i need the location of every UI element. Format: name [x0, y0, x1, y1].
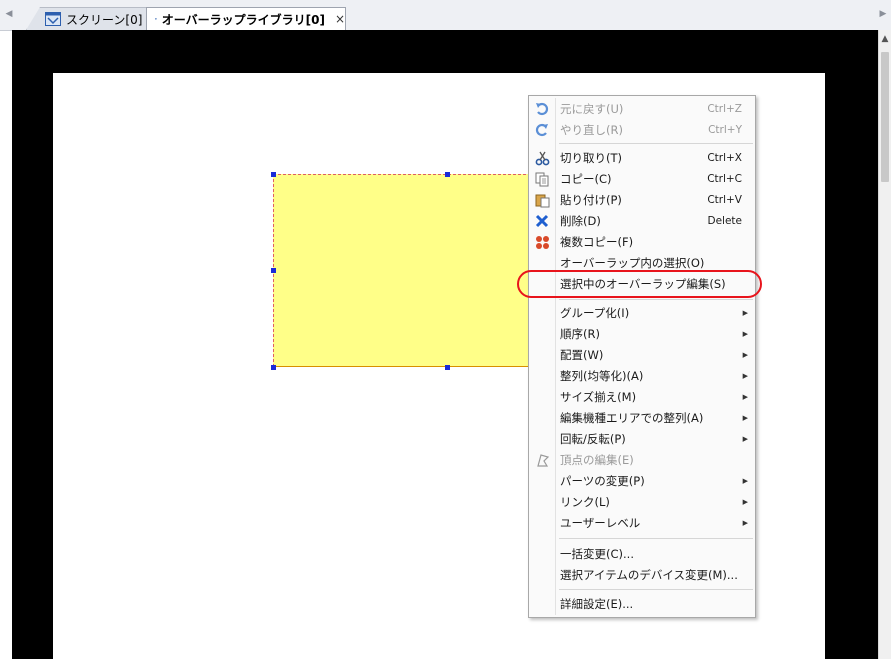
selection-handle-top-left[interactable]: [271, 172, 276, 177]
submenu-arrow-icon: ▶: [742, 372, 748, 380]
menu-item-group[interactable]: グループ化(I) ▶: [530, 303, 754, 323]
tab-screen-label: スクリーン[0]: [66, 12, 143, 27]
menu-item-multi-copy[interactable]: 複数コピー(F): [530, 232, 754, 252]
screen-tab-icon: [45, 12, 61, 26]
submenu-arrow-icon: ▶: [742, 393, 748, 401]
context-menu: 元に戻す(U) Ctrl+Z やり直し(R) Ctrl+Y 切り取り(T) Ct…: [528, 95, 756, 618]
menu-separator: [559, 538, 753, 539]
menu-separator: [559, 143, 753, 144]
document-tab-bar: ◀ スクリーン[0] オーバーラップライブラリ[0] × ▶: [0, 0, 891, 31]
overlap-library-tab-icon: [155, 18, 157, 20]
menu-item-rotate-flip[interactable]: 回転/反転(P) ▶: [530, 429, 754, 449]
submenu-arrow-icon: ▶: [742, 330, 748, 338]
tab-scroll-left-icon[interactable]: ◀: [3, 7, 15, 21]
submenu-arrow-icon: ▶: [742, 519, 748, 527]
menu-item-user-level[interactable]: ユーザーレベル ▶: [530, 513, 754, 533]
selection-handle-middle-left[interactable]: [271, 268, 276, 273]
menu-item-edit-vertex[interactable]: 頂点の編集(E): [530, 450, 754, 470]
selection-handle-bottom-middle[interactable]: [445, 365, 450, 370]
multi-copy-icon: [534, 234, 550, 250]
delete-x-icon: [534, 213, 550, 229]
submenu-arrow-icon: ▶: [742, 477, 748, 485]
menu-item-copy[interactable]: コピー(C) Ctrl+C: [530, 169, 754, 189]
menu-item-align-distribute[interactable]: 整列(均等化)(A) ▶: [530, 366, 754, 386]
undo-icon: [534, 101, 550, 117]
selection-handle-top-middle[interactable]: [445, 172, 450, 177]
menu-item-order[interactable]: 順序(R) ▶: [530, 324, 754, 344]
submenu-arrow-icon: ▶: [742, 309, 748, 317]
submenu-arrow-icon: ▶: [742, 414, 748, 422]
selection-handle-bottom-left[interactable]: [271, 365, 276, 370]
menu-item-size-match[interactable]: サイズ揃え(M) ▶: [530, 387, 754, 407]
submenu-arrow-icon: ▶: [742, 435, 748, 443]
menu-item-change-parts[interactable]: パーツの変更(P) ▶: [530, 471, 754, 491]
paste-icon: [534, 192, 550, 208]
menu-item-batch-change[interactable]: 一括変更(C)...: [530, 544, 754, 564]
tab-overlap-library[interactable]: オーバーラップライブラリ[0] ×: [146, 7, 346, 30]
scroll-up-icon[interactable]: ▲: [879, 34, 891, 44]
scissors-icon: [534, 150, 550, 166]
tab-overlap-library-label: オーバーラップライブラリ[0]: [161, 12, 325, 27]
vertex-edit-icon: [534, 452, 550, 468]
menu-item-align-model-area[interactable]: 編集機種エリアでの整列(A) ▶: [530, 408, 754, 428]
menu-item-cut[interactable]: 切り取り(T) Ctrl+X: [530, 148, 754, 168]
menu-item-undo[interactable]: 元に戻す(U) Ctrl+Z: [530, 99, 754, 119]
tab-scroll-right-icon[interactable]: ▶: [877, 7, 889, 21]
menu-item-paste[interactable]: 貼り付け(P) Ctrl+V: [530, 190, 754, 210]
menu-item-link[interactable]: リンク(L) ▶: [530, 492, 754, 512]
menu-separator: [559, 589, 753, 590]
tab-close-button[interactable]: ×: [335, 12, 345, 26]
vertical-scrollbar[interactable]: ▲: [878, 30, 891, 659]
submenu-arrow-icon: ▶: [742, 351, 748, 359]
highlight-annotation-ring: [517, 270, 762, 298]
scroll-thumb[interactable]: [881, 52, 889, 182]
selected-overlap-shape[interactable]: [273, 174, 531, 367]
menu-item-delete[interactable]: 削除(D) Delete: [530, 211, 754, 231]
tab-screen[interactable]: スクリーン[0]: [26, 7, 148, 30]
menu-item-redo[interactable]: やり直し(R) Ctrl+Y: [530, 120, 754, 140]
submenu-arrow-icon: ▶: [742, 498, 748, 506]
menu-item-layout[interactable]: 配置(W) ▶: [530, 345, 754, 365]
copy-icon: [534, 171, 550, 187]
redo-icon: [534, 122, 550, 138]
menu-separator: [559, 299, 753, 300]
menu-item-detail-settings[interactable]: 詳細設定(E)...: [530, 594, 754, 614]
menu-item-change-device[interactable]: 選択アイテムのデバイス変更(M)...: [530, 565, 754, 585]
